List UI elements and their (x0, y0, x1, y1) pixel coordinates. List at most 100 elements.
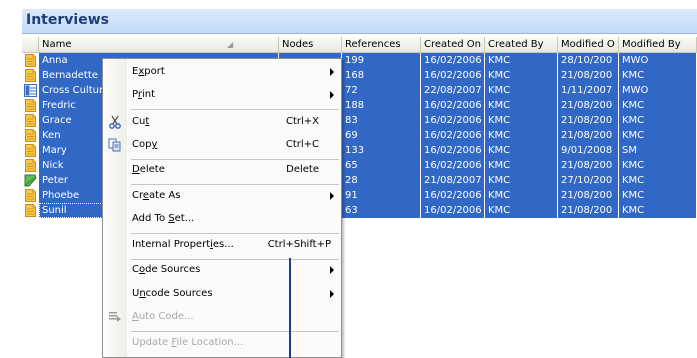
document-icon (24, 99, 37, 112)
cell-created-on[interactable]: 16/02/2006 (421, 68, 485, 83)
column-header-created-by[interactable]: Created By (485, 37, 558, 52)
column-resize-icon: ◢ (227, 40, 234, 49)
menu-item-internal-properties[interactable]: Internal Properties... Ctrl+Shift+P (103, 235, 341, 257)
document-icon (24, 69, 37, 82)
cell-created-by[interactable]: KMC (485, 158, 558, 173)
cell-created-on[interactable]: 22/08/2007 (421, 83, 485, 98)
cell-created-on[interactable]: 16/02/2006 (421, 53, 485, 68)
submenu-arrow-icon (330, 290, 334, 298)
menu-item-create-as[interactable]: Create As (103, 186, 341, 208)
column-header-nodes[interactable]: Nodes (279, 37, 342, 52)
cell-modified-by[interactable]: KMC (619, 128, 697, 143)
menu-item-label: Create As (132, 190, 181, 201)
menu-item-cut[interactable]: Cut Ctrl+X (103, 112, 341, 134)
menu-separator (131, 184, 339, 185)
cell-modified-by[interactable]: KMC (619, 188, 697, 203)
cell-modified-on[interactable]: 1/11/2007 (558, 83, 619, 98)
cell-created-by[interactable]: KMC (485, 83, 558, 98)
cell-references[interactable]: 69 (342, 128, 421, 143)
cell-modified-on[interactable]: 28/10/200 (558, 53, 619, 68)
cell-created-by[interactable]: KMC (485, 173, 558, 188)
cell-modified-on[interactable]: 9/01/2008 (558, 143, 619, 158)
cell-created-by[interactable]: KMC (485, 98, 558, 113)
cell-created-by[interactable]: KMC (485, 128, 558, 143)
cell-modified-on[interactable]: 21/08/200 (558, 68, 619, 83)
cell-created-on[interactable]: 16/02/2006 (421, 143, 485, 158)
menu-item-auto-code[interactable]: Auto Code... (103, 307, 341, 329)
menu-separator (131, 331, 339, 332)
cell-modified-by[interactable]: KMC (619, 173, 697, 188)
cell-modified-by[interactable]: KMC (619, 158, 697, 173)
column-header-modified-by[interactable]: Modified By (619, 37, 697, 52)
cell-modified-by[interactable]: KMC (619, 113, 697, 128)
cell-modified-by[interactable]: MWO (619, 83, 697, 98)
audio-icon (24, 174, 37, 187)
context-menu: Export Print Cut Ctrl+X Copy Ctrl+C Dele… (102, 58, 342, 358)
cell-references[interactable]: 28 (342, 173, 421, 188)
menu-item-export[interactable]: Export (103, 62, 341, 84)
cell-modified-by[interactable]: KMC (619, 203, 697, 218)
icon-column-header (22, 37, 39, 52)
cell-modified-on[interactable]: 21/08/200 (558, 158, 619, 173)
document-icon (24, 54, 37, 67)
column-header-modified-on[interactable]: Modified O (558, 37, 619, 52)
column-header-references[interactable]: References (342, 37, 421, 52)
column-header-name[interactable]: Name (39, 37, 279, 52)
column-header-created-on[interactable]: Created On (421, 37, 485, 52)
cell-created-on[interactable]: 21/08/2007 (421, 173, 485, 188)
cell-modified-on[interactable]: 21/08/200 (558, 128, 619, 143)
cell-modified-on[interactable]: 27/10/200 (558, 173, 619, 188)
cell-created-on[interactable]: 16/02/2006 (421, 188, 485, 203)
menu-shortcut: Delete (286, 164, 319, 175)
menu-item-label: Code Sources (132, 264, 201, 275)
cell-modified-by[interactable]: KMC (619, 98, 697, 113)
cell-modified-on[interactable]: 21/08/200 (558, 203, 619, 218)
cell-created-by[interactable]: KMC (485, 188, 558, 203)
cell-modified-on[interactable]: 21/08/200 (558, 98, 619, 113)
cell-created-on[interactable]: 16/02/2006 (421, 128, 485, 143)
menu-item-copy[interactable]: Copy Ctrl+C (103, 135, 341, 157)
menu-item-label: Delete (132, 164, 165, 175)
cell-references[interactable]: 188 (342, 98, 421, 113)
submenu-arrow-icon (330, 91, 334, 99)
cell-references[interactable]: 72 (342, 83, 421, 98)
menu-item-label: Add To Set... (132, 213, 195, 224)
menu-item-add-to-set[interactable]: Add To Set... (103, 209, 341, 231)
menu-item-print[interactable]: Print (103, 85, 341, 107)
cell-references[interactable]: 65 (342, 158, 421, 173)
cell-references[interactable]: 133 (342, 143, 421, 158)
cell-created-on[interactable]: 16/02/2006 (421, 113, 485, 128)
cell-references[interactable]: 63 (342, 203, 421, 218)
cell-modified-on[interactable]: 21/08/200 (558, 113, 619, 128)
menu-item-label: Export (132, 66, 165, 77)
cell-created-on[interactable]: 16/02/2006 (421, 158, 485, 173)
cell-modified-on[interactable]: 21/08/200 (558, 188, 619, 203)
menu-item-code-sources[interactable]: Code Sources (103, 260, 341, 282)
panel-title-bar: Interviews (22, 9, 697, 34)
submenu-arrow-icon (330, 192, 334, 200)
cell-modified-by[interactable]: MWO (619, 53, 697, 68)
cell-created-by[interactable]: KMC (485, 113, 558, 128)
menu-item-label: Copy (132, 139, 158, 150)
document-icon (24, 189, 37, 202)
menu-item-delete[interactable]: Delete Delete (103, 160, 341, 182)
cell-references[interactable]: 91 (342, 188, 421, 203)
menu-item-label: Auto Code... (132, 311, 194, 322)
menu-item-label: Update File Location... (132, 337, 244, 348)
submenu-arrow-icon (330, 266, 334, 274)
cell-modified-by[interactable]: KMC (619, 68, 697, 83)
cell-created-by[interactable]: KMC (485, 53, 558, 68)
menu-item-label: Print (132, 89, 156, 100)
cell-created-on[interactable]: 16/02/2006 (421, 98, 485, 113)
cell-references[interactable]: 83 (342, 113, 421, 128)
cell-modified-by[interactable]: SM (619, 143, 697, 158)
cell-created-on[interactable]: 16/02/2006 (421, 203, 485, 218)
cell-created-by[interactable]: KMC (485, 143, 558, 158)
menu-item-update-file-location[interactable]: Update File Location... (103, 333, 341, 355)
cell-references[interactable]: 168 (342, 68, 421, 83)
menu-item-uncode-sources[interactable]: Uncode Sources (103, 284, 341, 306)
cell-created-by[interactable]: KMC (485, 203, 558, 218)
document-icon (24, 204, 37, 217)
cell-created-by[interactable]: KMC (485, 68, 558, 83)
cell-references[interactable]: 199 (342, 53, 421, 68)
